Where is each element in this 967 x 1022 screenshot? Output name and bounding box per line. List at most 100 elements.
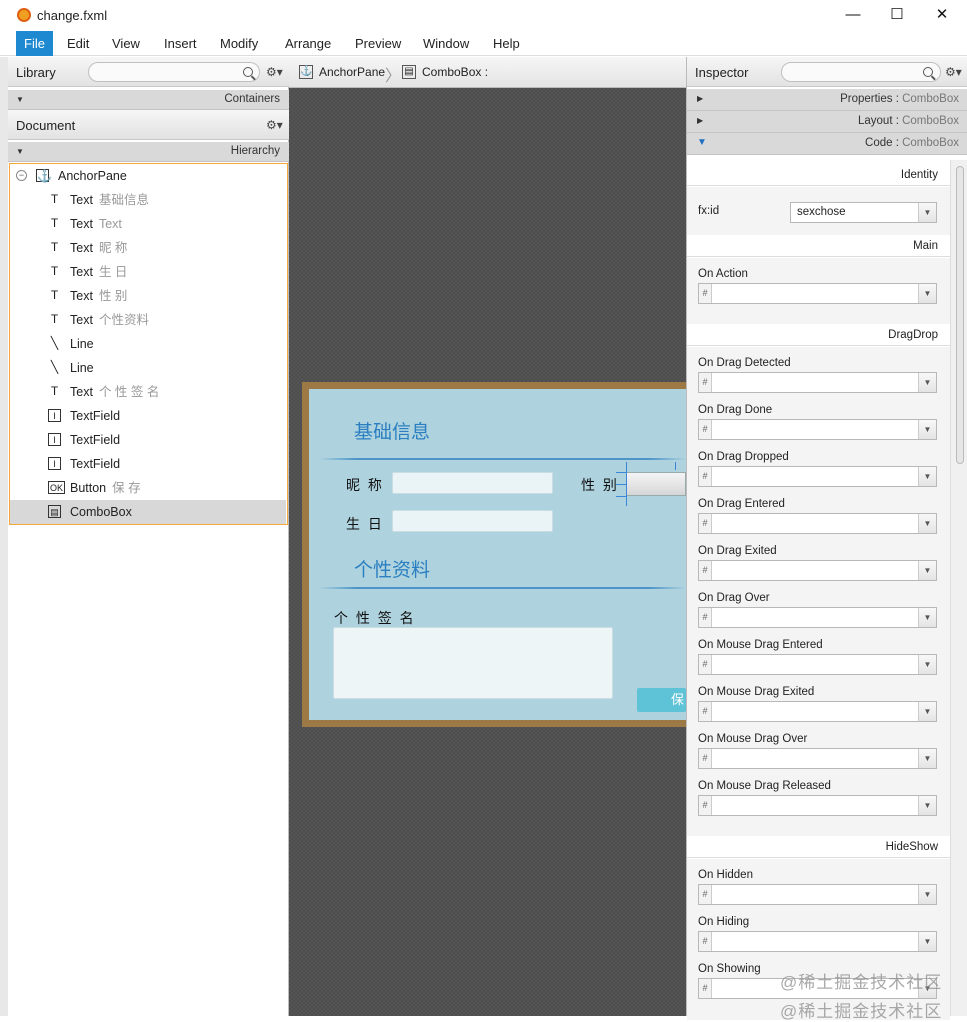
event-label: On Hiding <box>698 916 750 928</box>
form-divider-1[interactable] <box>319 458 686 460</box>
close-button[interactable]: ✕ <box>922 4 962 26</box>
hierarchy-tree: − ⚓ AnchorPane T Text 基础信息 T Text Text T Text 昵 … <box>9 163 288 525</box>
collapse-icon: ▼ <box>697 137 707 148</box>
menu-view[interactable]: View <box>104 31 148 56</box>
tree-row[interactable]: ▤ ComboBox <box>10 500 286 524</box>
accordion-layout[interactable]: ▶ Layout : ComboBox <box>687 111 967 133</box>
event-handler-field[interactable]: # ▼ <box>698 419 937 440</box>
minimize-button[interactable]: — <box>833 4 873 26</box>
menu-insert[interactable]: Insert <box>156 31 205 56</box>
breadcrumb-anchorpane[interactable]: AnchorPane <box>319 65 385 79</box>
tree-label: Line <box>70 332 100 356</box>
tree-row[interactable]: T Text 性 别 <box>10 284 286 308</box>
breadcrumb-combobox[interactable]: ComboBox : <box>422 65 488 79</box>
library-search-input[interactable] <box>88 62 260 82</box>
menu-arrange[interactable]: Arrange <box>277 31 339 56</box>
event-handler-field[interactable]: # ▼ <box>698 513 937 534</box>
event-handler-field[interactable]: # ▼ <box>698 466 937 487</box>
hideshow-body: On Hidden # ▼ On Hiding # ▼ On Showing # ▼ <box>687 859 950 1020</box>
dropdown-arrow-icon[interactable]: ▼ <box>918 885 936 904</box>
tree-type: Text <box>70 217 93 231</box>
dropdown-arrow-icon[interactable]: ▼ <box>918 932 936 951</box>
menu-window[interactable]: Window <box>415 31 477 56</box>
accordion-label: Layout <box>857 115 893 127</box>
tree-row-anchorpane[interactable]: − ⚓ AnchorPane <box>10 164 286 188</box>
dropdown-arrow-icon[interactable]: ▼ <box>918 655 936 674</box>
dropdown-arrow-icon[interactable]: ▼ <box>918 749 936 768</box>
form-section-basic[interactable]: 基础信息 <box>354 417 430 444</box>
accordion-context: ComboBox <box>902 115 959 127</box>
collapse-toggle-icon[interactable]: − <box>16 170 27 181</box>
dropdown-arrow-icon[interactable]: ▼ <box>918 702 936 721</box>
nickname-label[interactable]: 昵 称 <box>346 475 384 495</box>
event-handler-field[interactable]: # ▼ <box>698 748 937 769</box>
hash-icon: # <box>699 796 712 815</box>
dropdown-arrow-icon[interactable]: ▼ <box>918 561 936 580</box>
tree-row[interactable]: I TextField <box>10 452 286 476</box>
tree-row[interactable]: I TextField <box>10 404 286 428</box>
tree-row[interactable]: T Text 基础信息 <box>10 188 286 212</box>
gender-combobox[interactable] <box>626 472 686 496</box>
hash-icon: # <box>699 373 712 392</box>
tree-label: Text 个性资料 <box>70 308 149 332</box>
tree-row[interactable]: ╲ Line <box>10 332 286 356</box>
hierarchy-label: Hierarchy <box>230 145 280 157</box>
inspector-search-input[interactable] <box>781 62 941 82</box>
tree-row[interactable]: T Text Text <box>10 212 286 236</box>
form-section-profile[interactable]: 个性资料 <box>354 555 430 582</box>
dropdown-arrow-icon[interactable]: ▼ <box>918 796 936 815</box>
textfield-icon: I <box>48 433 61 446</box>
event-handler-field[interactable]: # ▼ <box>698 560 937 581</box>
hierarchy-section[interactable]: ▼ Hierarchy <box>8 142 289 162</box>
nickname-field[interactable] <box>392 472 553 494</box>
library-gear-icon[interactable]: ⚙▾ <box>266 65 283 79</box>
birthday-label[interactable]: 生 日 <box>346 514 384 534</box>
watermark-2: @稀土掘金技术社区 <box>780 1002 943 1021</box>
scrollbar-thumb[interactable] <box>956 166 964 464</box>
fxid-field[interactable]: sexchose ▼ <box>790 202 937 223</box>
birthday-field[interactable] <box>392 510 553 532</box>
event-handler-field[interactable]: # ▼ <box>698 607 937 628</box>
tree-row[interactable]: T Text 个性资料 <box>10 308 286 332</box>
event-handler-field[interactable]: # ▼ <box>698 884 937 905</box>
dropdown-arrow-icon[interactable]: ▼ <box>918 373 936 392</box>
dropdown-arrow-icon[interactable]: ▼ <box>918 514 936 533</box>
signature-field[interactable] <box>333 627 613 699</box>
inspector-gear-icon[interactable]: ⚙▾ <box>945 65 962 79</box>
tree-row[interactable]: T Text 昵 称 <box>10 236 286 260</box>
tree-text: 保 存 <box>112 481 141 495</box>
menu-file[interactable]: File <box>16 31 53 56</box>
event-handler-field[interactable]: # ▼ <box>698 654 937 675</box>
dropdown-arrow-icon[interactable]: ▼ <box>918 284 936 303</box>
menu-preview[interactable]: Preview <box>347 31 409 56</box>
gender-label[interactable]: 性 别 <box>581 475 619 495</box>
event-handler-field[interactable]: # ▼ <box>698 701 937 722</box>
save-button[interactable]: 保 <box>637 688 686 712</box>
form-divider-2[interactable] <box>319 587 686 589</box>
event-handler-field[interactable]: # ▼ <box>698 283 937 304</box>
inspector-scrollbar[interactable] <box>950 160 967 1016</box>
accordion-properties[interactable]: ▶ Properties : ComboBox <box>687 89 967 111</box>
dropdown-arrow-icon[interactable]: ▼ <box>918 420 936 439</box>
accordion-code[interactable]: ▼ Code : ComboBox <box>687 133 967 155</box>
containers-section[interactable]: ▼ Containers <box>8 90 289 110</box>
event-handler-field[interactable]: # ▼ <box>698 372 937 393</box>
selection-guide <box>626 462 627 506</box>
hash-icon: # <box>699 749 712 768</box>
menu-help[interactable]: Help <box>485 31 528 56</box>
menu-edit[interactable]: Edit <box>59 31 97 56</box>
document-gear-icon[interactable]: ⚙▾ <box>266 118 283 132</box>
tree-row[interactable]: T Text 生 日 <box>10 260 286 284</box>
dropdown-arrow-icon[interactable]: ▼ <box>918 203 936 222</box>
tree-row[interactable]: I TextField <box>10 428 286 452</box>
maximize-button[interactable]: ☐ <box>877 4 917 26</box>
signature-label[interactable]: 个 性 签 名 <box>334 608 416 628</box>
tree-row[interactable]: OK Button 保 存 <box>10 476 286 500</box>
tree-row[interactable]: ╲ Line <box>10 356 286 380</box>
tree-row[interactable]: T Text 个 性 签 名 <box>10 380 286 404</box>
event-handler-field[interactable]: # ▼ <box>698 931 937 952</box>
menu-modify[interactable]: Modify <box>212 31 266 56</box>
dropdown-arrow-icon[interactable]: ▼ <box>918 467 936 486</box>
event-handler-field[interactable]: # ▼ <box>698 795 937 816</box>
dropdown-arrow-icon[interactable]: ▼ <box>918 608 936 627</box>
